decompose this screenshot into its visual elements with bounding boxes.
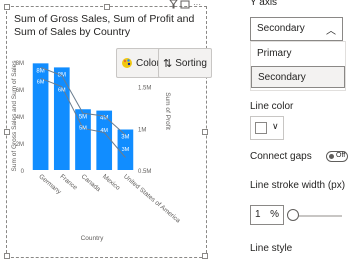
bar-data-label: 5M [79,114,87,120]
x-tick-label: Canada [80,173,102,193]
resize-handle-bottom-right[interactable] [202,253,208,259]
y2-tick-label: 1.5M [138,86,151,92]
chevron-down-icon: ∨ [272,121,279,131]
y-axis-dropdown-value: Secondary [257,23,305,34]
stroke-width-input[interactable]: 1 % [250,205,284,225]
more-options-icon: ··· [193,0,201,9]
y-axis-label: Y axis [250,0,278,8]
chart-area: 02M4M6M8MSum of Gross Sales and Sum of S… [11,60,182,242]
y2-tick-label: 1M [138,127,146,133]
y-axis-title: Sum of Gross Sales and Sum of Sales [11,60,18,172]
stroke-width-value: 1 [255,209,261,220]
visual-title: Sum of Gross Sales, Sum of Profit and Su… [14,13,195,38]
option-secondary[interactable]: Secondary [251,66,345,88]
y2-tick-label: 0.5M [138,169,151,175]
bar-data-label: 3M [121,135,129,141]
line-data-label: 6M [58,88,66,94]
connect-gaps-toggle[interactable]: Off [326,151,348,162]
line-color-label: Line color [250,101,294,112]
line-data-label: 3M [122,147,130,153]
resize-handle-top-left[interactable] [4,4,10,10]
line-style-label: Line style [250,243,293,254]
resize-handle-top[interactable] [104,4,110,10]
option-primary[interactable]: Primary [251,43,345,65]
x-tick-label: United States of America [122,173,182,225]
toggle-state: Off [336,152,346,159]
bar-gross-sales [53,67,70,170]
y-axis-options-menu: Primary Secondary [250,41,346,91]
color-swatch [255,122,267,134]
connect-gaps-label: Connect gaps [250,151,312,162]
line-data-label: 4M [100,128,108,134]
focus-mode-icon [180,0,190,9]
line-data-label: 6M [37,79,45,85]
bar-data-label: 8M [36,68,44,74]
stroke-width-slider-thumb[interactable] [287,209,299,221]
stroke-width-slider-track[interactable] [296,215,342,217]
toggle-knob [329,154,334,159]
stroke-width-label: Line stroke width (px) [250,180,346,191]
chevron-up-icon: ︿ [326,26,336,37]
y-axis-dropdown[interactable]: Secondary ︿ [250,17,343,41]
resize-handle-right[interactable] [202,129,208,135]
y2-axis-title: Sum of Profit [164,92,171,130]
line-data-label: 5M [79,125,87,131]
resize-handle-bottom-left[interactable] [4,253,10,259]
filter-icon [169,0,178,9]
y-tick-label: 0 [21,169,25,175]
visual-header-icons[interactable]: ··· [168,0,208,9]
line-color-picker[interactable]: ∨ [250,116,284,140]
x-axis-title: Country [81,235,105,242]
x-tick-label: Mexico [101,173,122,192]
stroke-width-unit: % [270,209,279,220]
